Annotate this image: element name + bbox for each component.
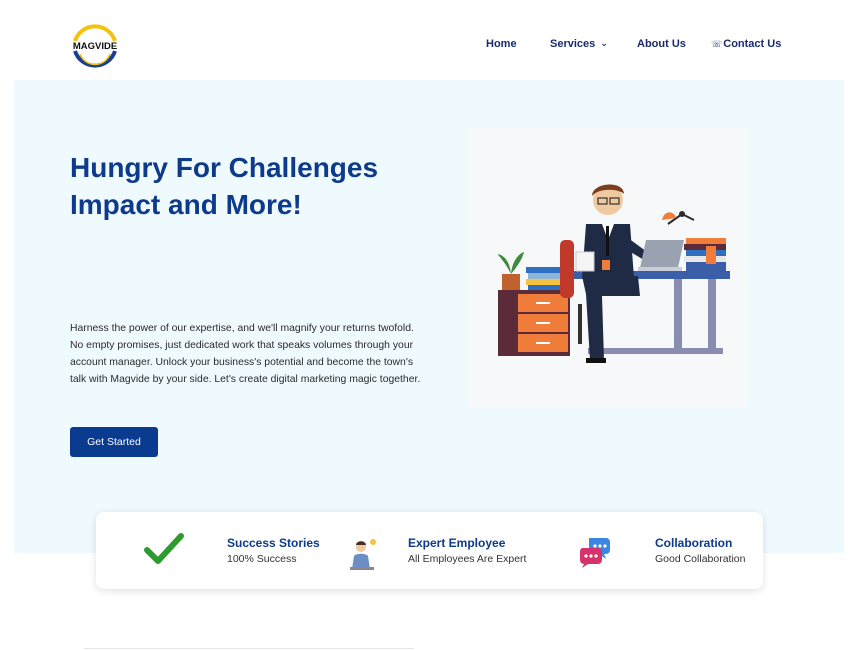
contact-icon: ☏ bbox=[711, 39, 723, 49]
logo-text: MAGVIDE bbox=[73, 41, 117, 52]
hero-illustration bbox=[468, 128, 748, 408]
site-header: MAGVIDE Home Services ⌄ About Us ☏Contac… bbox=[0, 0, 860, 80]
chat-bubbles-icon bbox=[579, 538, 610, 568]
nav-contact-label: Contact Us bbox=[723, 38, 782, 50]
feature-1-subtitle: 100% Success bbox=[227, 553, 297, 565]
feature-3-subtitle: Good Collaboration bbox=[655, 553, 746, 565]
hero-title-line-2: Impact and More! bbox=[70, 189, 302, 220]
hero-title-line-1: Hungry For Challenges bbox=[70, 152, 379, 183]
plant-icon bbox=[502, 274, 520, 290]
nav-services[interactable]: Services ⌄ bbox=[550, 38, 608, 50]
feature-2-subtitle: All Employees Are Expert bbox=[408, 553, 527, 565]
magvide-logo[interactable]: MAGVIDE bbox=[66, 20, 124, 72]
nav-home[interactable]: Home bbox=[486, 38, 517, 50]
nav-services-label: Services bbox=[550, 38, 596, 50]
feature-2-title: Expert Employee bbox=[408, 536, 506, 550]
check-icon bbox=[144, 533, 184, 564]
chevron-down-icon: ⌄ bbox=[600, 38, 608, 48]
employee-icon bbox=[350, 539, 376, 570]
get-started-button[interactable]: Get Started bbox=[70, 427, 158, 457]
feature-1-title: Success Stories bbox=[227, 536, 320, 550]
features-bar: Success Stories 100% Success Expert Empl… bbox=[96, 512, 763, 589]
hero-description: Harness the power of our expertise, and … bbox=[70, 323, 421, 385]
section-divider bbox=[84, 648, 414, 649]
nav-about[interactable]: About Us bbox=[637, 38, 686, 50]
nav-contact[interactable]: ☏Contact Us bbox=[711, 38, 781, 50]
laptop-icon bbox=[640, 240, 684, 268]
chair-icon bbox=[560, 240, 574, 298]
feature-3-title: Collaboration bbox=[655, 536, 733, 550]
hero-title: Hungry For Challenges Impact and More! bbox=[70, 149, 450, 223]
